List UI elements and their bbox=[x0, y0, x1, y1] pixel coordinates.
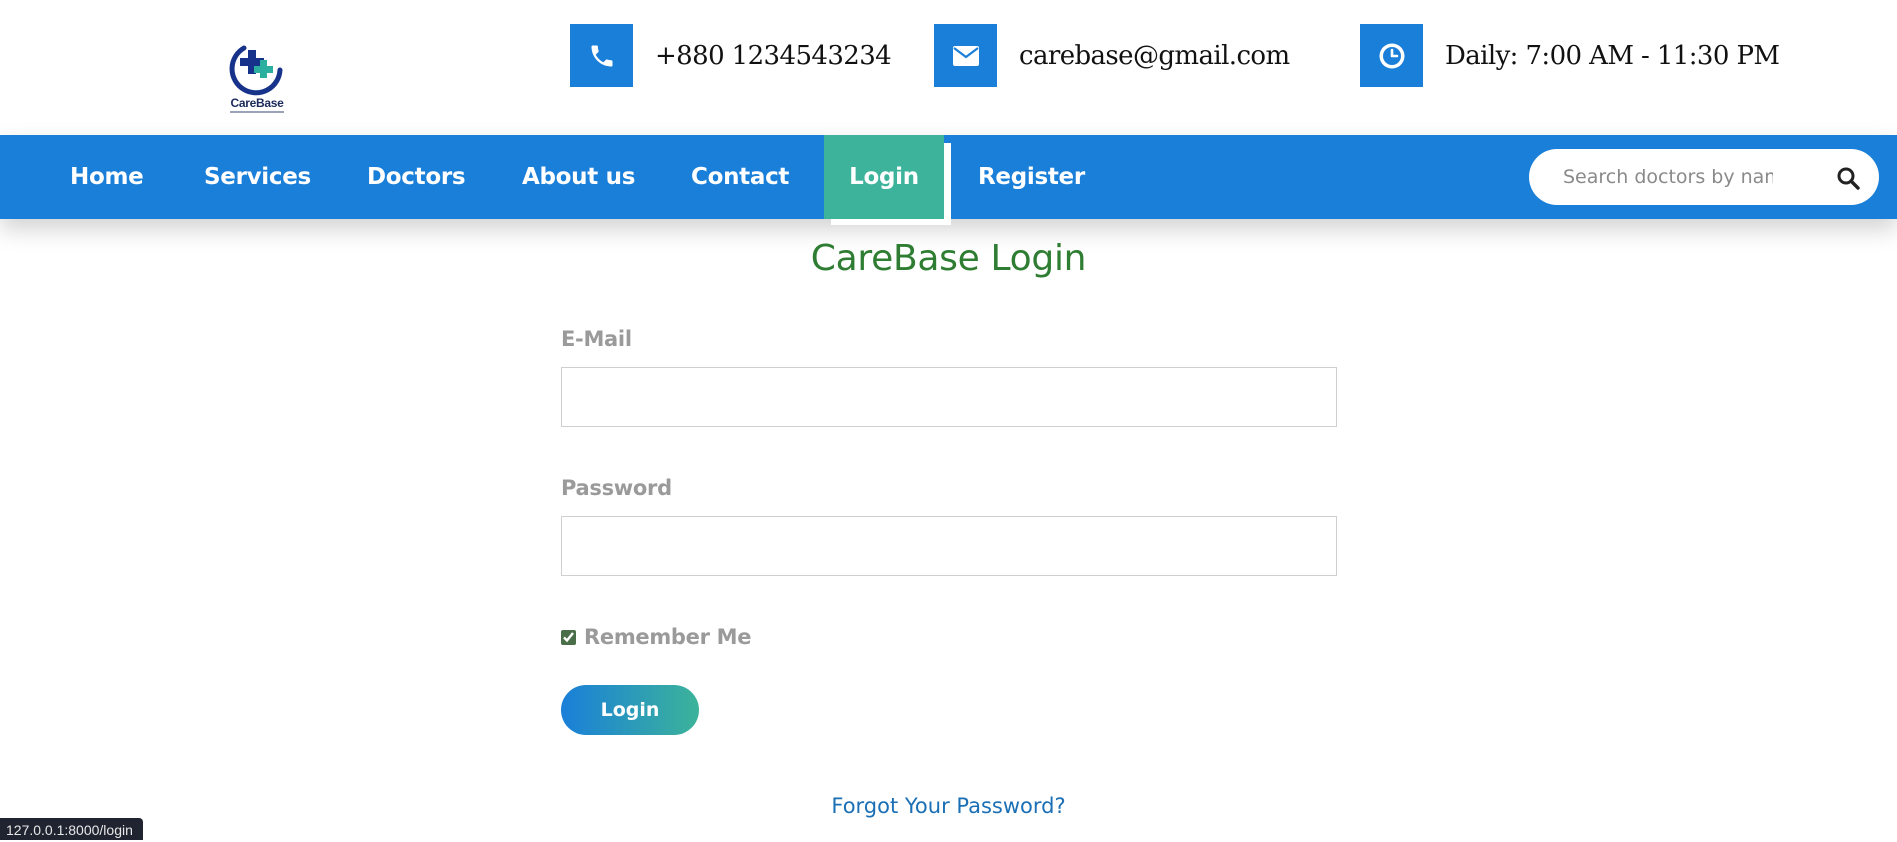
login-button[interactable]: Login bbox=[561, 685, 699, 735]
carebase-logo[interactable]: CareBase bbox=[222, 40, 292, 118]
logo-icon bbox=[229, 45, 283, 96]
search-input[interactable] bbox=[1563, 163, 1773, 191]
email-contact: carebase@gmail.com bbox=[934, 24, 1290, 87]
nav-about-us[interactable]: About us bbox=[522, 135, 635, 219]
search-icon bbox=[1837, 167, 1860, 190]
nav-register[interactable]: Register bbox=[978, 135, 1085, 219]
nav-home[interactable]: Home bbox=[70, 135, 144, 219]
phone-number: +880 1234543234 bbox=[655, 40, 892, 71]
logo-text: CareBase bbox=[230, 96, 284, 110]
hours-contact: Daily: 7:00 AM - 11:30 PM bbox=[1360, 24, 1780, 87]
nav-login[interactable]: Login bbox=[824, 135, 944, 219]
page-title: CareBase Login bbox=[810, 238, 1087, 279]
phone-icon-box bbox=[570, 24, 633, 87]
phone-icon bbox=[591, 45, 612, 66]
nav-contact[interactable]: Contact bbox=[691, 135, 789, 219]
forgot-password: Forgot Your Password? bbox=[0, 794, 1897, 818]
remember-label[interactable]: Remember Me bbox=[584, 625, 752, 649]
password-label: Password bbox=[561, 476, 672, 500]
email-address: carebase@gmail.com bbox=[1019, 40, 1290, 71]
search-button[interactable] bbox=[1833, 163, 1863, 193]
clock-icon bbox=[1379, 43, 1404, 68]
doctor-search bbox=[1529, 149, 1879, 205]
active-tab-edge bbox=[944, 143, 951, 225]
remember-checkbox[interactable] bbox=[561, 629, 576, 645]
active-tab-underline bbox=[831, 219, 951, 225]
remember-me: Remember Me bbox=[561, 625, 752, 649]
clock-icon-box bbox=[1360, 24, 1423, 87]
email-label: E-Mail bbox=[561, 327, 632, 351]
password-field[interactable] bbox=[561, 516, 1337, 576]
status-url: 127.0.0.1:8000/login bbox=[0, 818, 143, 840]
envelope-icon-box bbox=[934, 24, 997, 87]
phone-contact: +880 1234543234 bbox=[570, 24, 892, 87]
forgot-password-link[interactable]: Forgot Your Password? bbox=[831, 794, 1065, 818]
nav-services[interactable]: Services bbox=[204, 135, 311, 219]
logo-tagline bbox=[230, 111, 284, 113]
envelope-icon bbox=[952, 45, 979, 66]
top-header: CareBase +880 1234543234 carebase@gmail.… bbox=[0, 0, 1897, 135]
email-field[interactable] bbox=[561, 367, 1337, 427]
opening-hours: Daily: 7:00 AM - 11:30 PM bbox=[1445, 40, 1780, 71]
nav-doctors[interactable]: Doctors bbox=[367, 135, 466, 219]
